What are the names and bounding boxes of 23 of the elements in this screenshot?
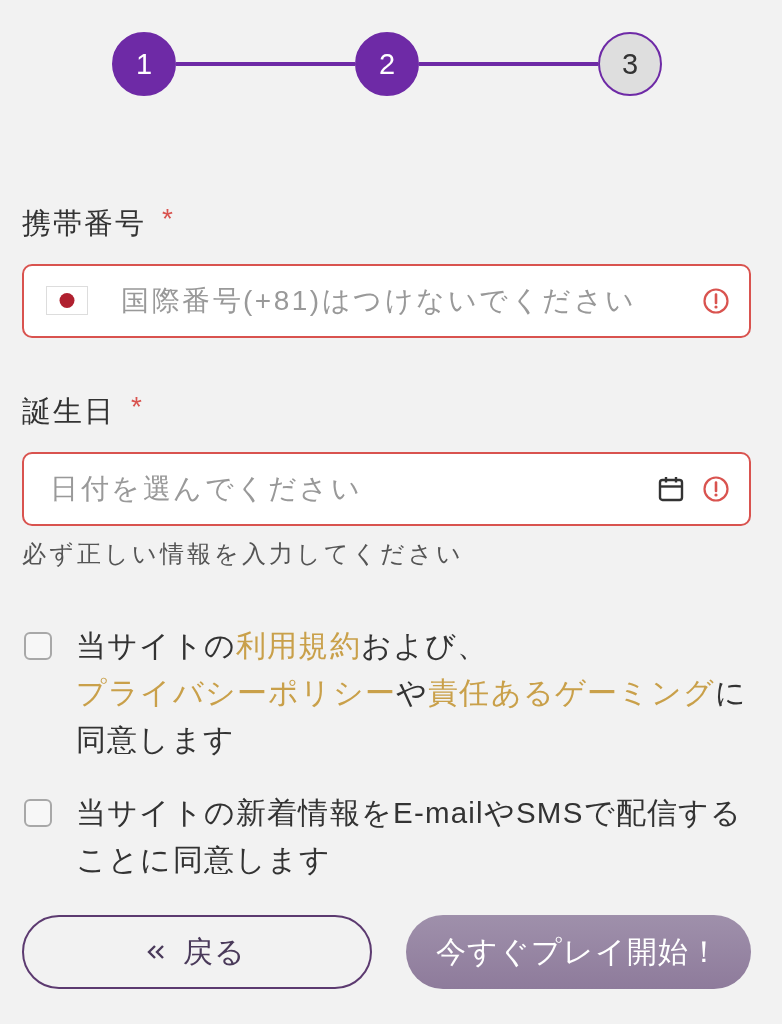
consent-text: 当サイトの新着情報をE-mailやSMSで配信することに同意します — [76, 795, 744, 878]
helper-text: 必ず正しい情報を入力してください — [22, 539, 465, 569]
phone-field[interactable]: 国際番号(+81)はつけないでください — [22, 264, 751, 338]
date-field[interactable]: 日付を選んでください — [22, 452, 751, 526]
error-icon — [703, 476, 729, 502]
consent-link[interactable]: プライバシーポリシー — [76, 676, 396, 709]
step-circle: 3 — [598, 32, 662, 96]
consent-text: 当サイトの利用規約および、 プライバシーポリシーや責任あるゲーミングに同意します — [76, 628, 749, 758]
back-button[interactable]: 戻る — [22, 915, 372, 989]
required-mark: * — [162, 202, 173, 236]
field-label: 誕生日 — [22, 394, 115, 429]
flag-icon[interactable] — [46, 286, 88, 315]
checkbox[interactable] — [24, 632, 52, 660]
consent-link[interactable]: 利用規約 — [236, 629, 361, 662]
calendar-icon[interactable] — [658, 476, 684, 502]
step-circle: 2 — [355, 32, 419, 96]
error-icon — [703, 288, 729, 314]
double-chevron-left-icon — [147, 944, 166, 960]
required-mark: * — [131, 390, 142, 424]
consent-link[interactable]: 責任あるゲーミング — [428, 676, 715, 709]
checkbox[interactable] — [24, 799, 52, 827]
step-circle: 1 — [112, 32, 176, 96]
field-label: 携帯番号 — [22, 206, 146, 241]
